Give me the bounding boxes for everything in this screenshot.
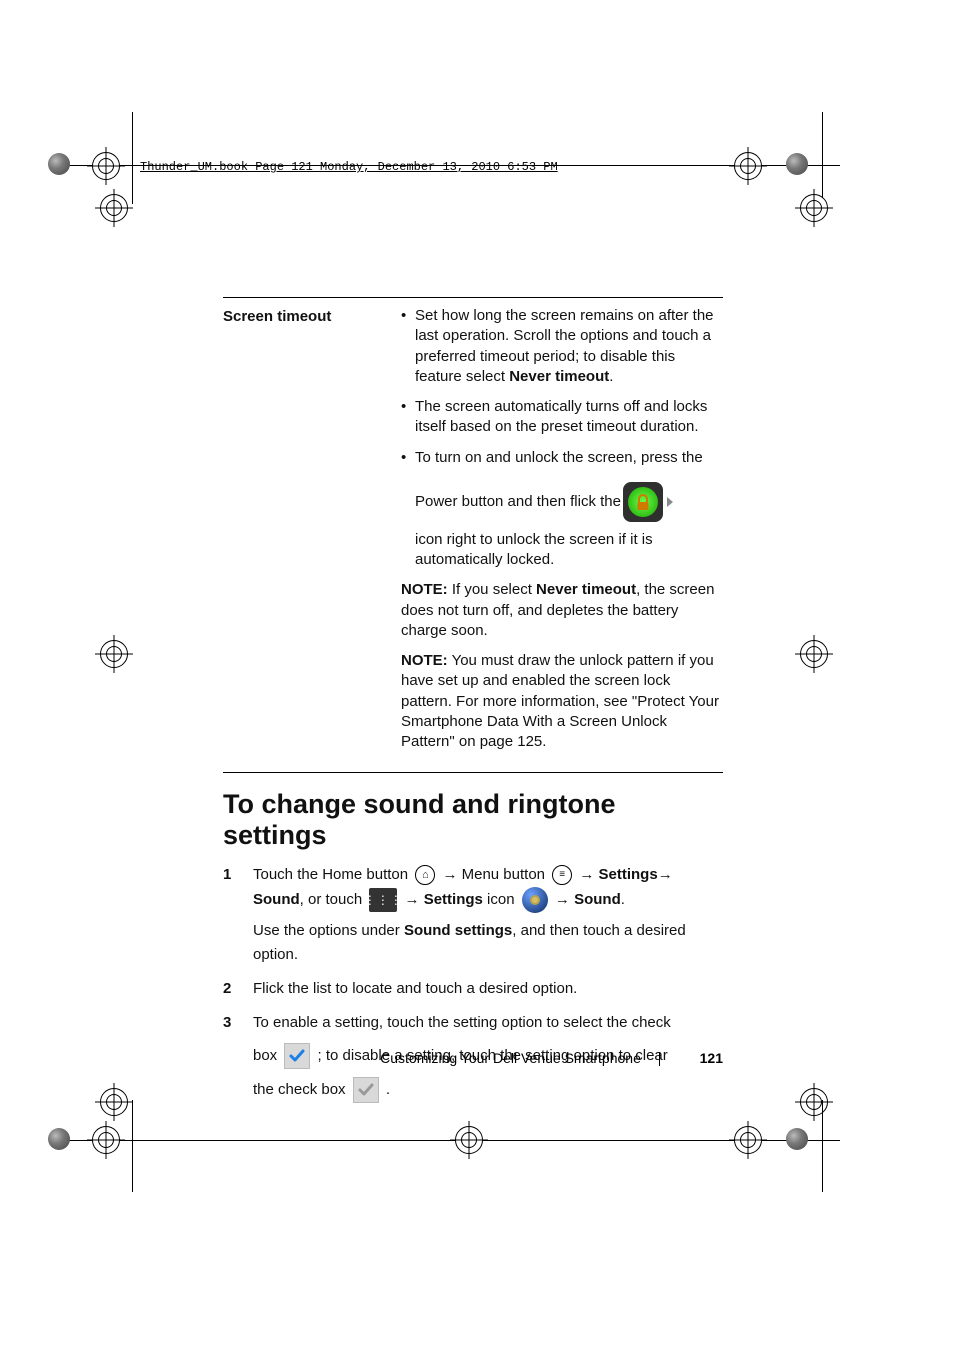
registration-mark-icon	[734, 152, 762, 180]
bold-text: Never timeout	[509, 368, 609, 385]
text: .	[609, 368, 613, 385]
arrow-icon: →	[442, 866, 457, 883]
text: The screen automatically turns off and l…	[415, 398, 707, 435]
crop-line	[822, 112, 823, 204]
crop-line	[132, 112, 133, 204]
crop-line	[50, 1140, 840, 1141]
lock-slider-icon	[623, 482, 663, 522]
steps-list: Touch the Home button ⌂ → Menu button ≡ …	[223, 863, 723, 1103]
note-title: NOTE:	[401, 581, 448, 598]
text: icon right to unlock the screen if it is…	[415, 530, 723, 571]
registration-mark-icon	[100, 194, 128, 222]
bold-text: Sound	[574, 891, 621, 908]
bullet-item: The screen automatically turns off and l…	[401, 397, 723, 438]
bullet-item: Set how long the screen remains on after…	[401, 306, 723, 387]
checkbox-unchecked-icon	[353, 1077, 379, 1103]
text: the check box	[253, 1081, 350, 1098]
arrow-icon: →	[658, 866, 673, 883]
home-button-icon: ⌂	[415, 865, 435, 885]
bold-text: Never timeout	[536, 581, 636, 598]
setting-name: Screen timeout	[223, 306, 401, 762]
menu-button-icon: ≡	[552, 865, 572, 885]
section-heading: To change sound and ringtone settings	[223, 789, 723, 851]
registration-mark-icon	[734, 1126, 762, 1154]
horizontal-rule	[223, 772, 723, 773]
bold-text: Sound settings	[404, 922, 512, 939]
apps-grid-icon: ⋮⋮⋮	[369, 888, 397, 912]
horizontal-rule	[223, 297, 723, 298]
note: NOTE: If you select Never timeout, the s…	[401, 580, 723, 641]
content-area: Screen timeout Set how long the screen r…	[223, 297, 723, 1113]
text: .	[621, 891, 625, 908]
registration-mark-icon	[92, 152, 120, 180]
bullet-list: Set how long the screen remains on after…	[401, 306, 723, 570]
bold-text: Settings	[424, 891, 483, 908]
note-title: NOTE:	[401, 652, 448, 669]
page-footer: Customizing Your Dell Venue Smartphone 1…	[223, 1050, 723, 1066]
bold-text: Sound	[253, 891, 300, 908]
text: Touch the Home button	[253, 866, 412, 883]
footer-divider	[659, 1052, 660, 1066]
text: , or touch	[300, 891, 367, 908]
page-number: 121	[700, 1050, 723, 1066]
setting-row: Screen timeout Set how long the screen r…	[223, 306, 723, 762]
crop-line	[822, 1100, 823, 1192]
text: Use the options under	[253, 922, 404, 939]
text: You must draw the unlock pattern if you …	[401, 652, 719, 750]
dot-icon	[786, 1128, 808, 1150]
arrow-icon: →	[579, 866, 594, 883]
crop-line	[132, 1100, 133, 1192]
registration-mark-icon	[100, 1088, 128, 1116]
step-item: Flick the list to locate and touch a des…	[223, 977, 723, 1001]
text: Power button and then flick the	[415, 492, 621, 512]
text: Flick the list to locate and touch a des…	[253, 980, 577, 997]
arrow-icon: →	[405, 891, 420, 908]
text: icon	[483, 891, 519, 908]
text: To turn on and unlock the screen, press …	[415, 448, 723, 468]
dot-icon	[786, 153, 808, 175]
registration-mark-icon	[800, 1088, 828, 1116]
text: If you select	[448, 581, 536, 598]
settings-app-icon	[522, 887, 548, 913]
bullet-item: To turn on and unlock the screen, press …	[401, 448, 723, 571]
registration-mark-icon	[92, 1126, 120, 1154]
arrow-icon: →	[555, 891, 570, 908]
setting-description: Set how long the screen remains on after…	[401, 306, 723, 762]
text: To enable a setting, touch the setting o…	[253, 1014, 671, 1031]
registration-mark-icon	[100, 640, 128, 668]
bold-text: Settings	[599, 866, 658, 883]
step-item: Touch the Home button ⌂ → Menu button ≡ …	[223, 863, 723, 967]
registration-mark-icon	[800, 640, 828, 668]
text: Menu button	[462, 866, 550, 883]
registration-mark-icon	[800, 194, 828, 222]
dot-icon	[48, 153, 70, 175]
note: NOTE: You must draw the unlock pattern i…	[401, 651, 723, 752]
registration-mark-icon	[455, 1126, 483, 1154]
text: .	[386, 1081, 390, 1098]
dot-icon	[48, 1128, 70, 1150]
page: Thunder_UM.book Page 121 Monday, Decembe…	[0, 0, 954, 1351]
footer-title: Customizing Your Dell Venue Smartphone	[380, 1050, 641, 1066]
header-filename: Thunder_UM.book Page 121 Monday, Decembe…	[140, 160, 558, 174]
